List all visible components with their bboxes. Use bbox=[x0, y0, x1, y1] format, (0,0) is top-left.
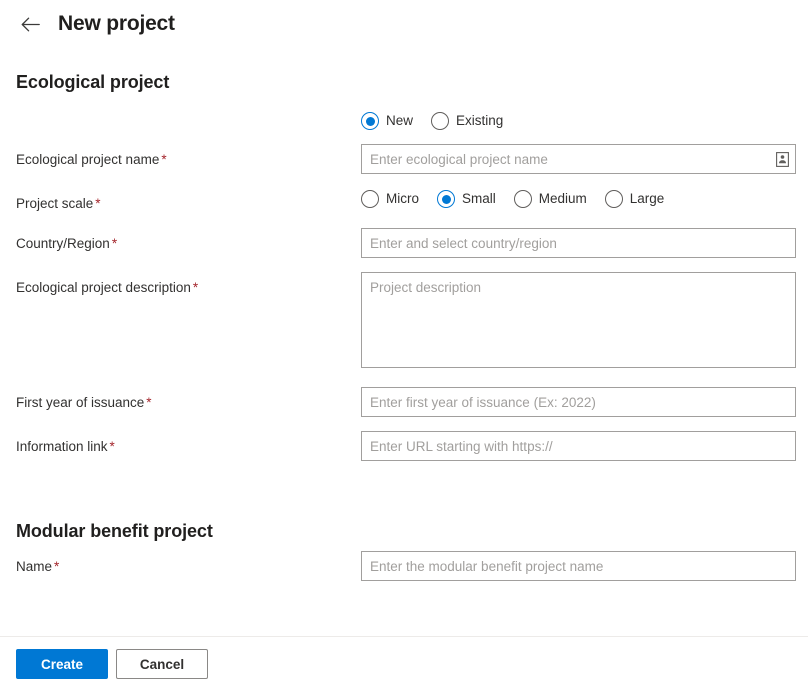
label-text: Name bbox=[16, 559, 53, 574]
modular-benefit-project-name-input[interactable] bbox=[361, 551, 796, 581]
radio-scale-micro[interactable]: Micro bbox=[361, 190, 419, 208]
page-footer: Create Cancel bbox=[0, 637, 808, 691]
radio-circle-icon bbox=[431, 112, 450, 130]
radio-circle-icon bbox=[604, 190, 623, 208]
label-text: First year of issuance bbox=[16, 395, 145, 410]
information-link-input[interactable] bbox=[361, 431, 796, 461]
radio-group-project-scale: Micro Small Medium Large bbox=[361, 188, 796, 208]
label-information-link: Information link * bbox=[16, 431, 361, 457]
radio-label-medium: Medium bbox=[538, 191, 587, 206]
label-project-scale: Project scale * bbox=[16, 188, 361, 214]
label-country-region: Country/Region * bbox=[16, 228, 361, 254]
radio-label-large: Large bbox=[629, 191, 665, 206]
row-ecological-project-name: Ecological project name * bbox=[0, 144, 808, 174]
radio-scale-medium[interactable]: Medium bbox=[513, 190, 587, 208]
radio-circle-icon bbox=[437, 190, 455, 208]
radio-circle-icon bbox=[361, 112, 379, 130]
required-marker: * bbox=[111, 236, 118, 251]
input-wrapper-ecological-project-name bbox=[361, 144, 796, 174]
control-first-year-of-issuance bbox=[361, 387, 796, 417]
section-title-ecological: Ecological project bbox=[16, 72, 170, 92]
label-text: Ecological project description bbox=[16, 280, 191, 295]
row-modular-benefit-project-name: Name * bbox=[0, 551, 808, 581]
required-marker: * bbox=[95, 196, 101, 211]
form-scroll-region[interactable]: Ecological project New Existing Ecologic… bbox=[0, 40, 808, 636]
row-information-link: Information link * bbox=[0, 431, 808, 461]
new-project-page: New project Ecological project New Exist… bbox=[0, 0, 808, 691]
control-project-scale: Micro Small Medium Large bbox=[361, 188, 796, 208]
required-marker: * bbox=[192, 280, 199, 295]
row-project-scale: Project scale * Micro Small Medium Large bbox=[0, 188, 808, 214]
radio-label-small: Small bbox=[462, 191, 496, 206]
radio-circle-icon bbox=[513, 190, 532, 208]
section-title-modular: Modular benefit project bbox=[16, 521, 213, 541]
label-text: Information link bbox=[16, 439, 108, 454]
control-country-region bbox=[361, 228, 796, 258]
country-region-input[interactable] bbox=[361, 228, 796, 258]
label-ecological-project-description: Ecological project description * bbox=[16, 272, 361, 298]
required-marker: * bbox=[54, 559, 60, 574]
radio-label-existing: Existing bbox=[456, 113, 504, 128]
required-marker: * bbox=[161, 152, 167, 167]
label-text: Project scale bbox=[16, 196, 94, 211]
required-marker: * bbox=[146, 395, 152, 410]
label-ecological-project-name: Ecological project name * bbox=[16, 144, 361, 170]
ecological-project-description-textarea[interactable] bbox=[361, 272, 796, 368]
label-text: Ecological project name bbox=[16, 152, 160, 167]
control-modular-benefit-project-name bbox=[361, 551, 796, 581]
id-card-icon[interactable] bbox=[775, 151, 789, 167]
back-arrow-icon[interactable] bbox=[16, 10, 44, 38]
row-ecological-project-description: Ecological project description * bbox=[0, 272, 808, 373]
row-country-region: Country/Region * bbox=[0, 228, 808, 258]
radio-group-project-mode: New Existing bbox=[361, 110, 796, 130]
control-information-link bbox=[361, 431, 796, 461]
control-project-mode: New Existing bbox=[361, 110, 796, 130]
page-title: New project bbox=[58, 12, 175, 35]
radio-circle-icon bbox=[361, 190, 379, 208]
ecological-project-name-input[interactable] bbox=[361, 144, 796, 174]
label-text: Country/Region bbox=[16, 236, 110, 251]
control-ecological-project-name bbox=[361, 144, 796, 174]
control-ecological-project-description bbox=[361, 272, 796, 373]
label-modular-benefit-project-name: Name * bbox=[16, 551, 361, 577]
radio-mode-existing[interactable]: Existing bbox=[431, 112, 503, 130]
radio-label-micro: Micro bbox=[386, 191, 419, 206]
radio-label-new: New bbox=[386, 113, 414, 128]
label-first-year-of-issuance: First year of issuance * bbox=[16, 387, 361, 413]
radio-scale-small[interactable]: Small bbox=[437, 190, 496, 208]
required-marker: * bbox=[109, 439, 115, 454]
radio-scale-large[interactable]: Large bbox=[604, 190, 665, 208]
first-year-of-issuance-input[interactable] bbox=[361, 387, 796, 417]
radio-mode-new[interactable]: New bbox=[361, 112, 413, 130]
page-header: New project bbox=[0, 0, 808, 40]
cancel-button[interactable]: Cancel bbox=[116, 649, 208, 679]
row-project-mode: New Existing bbox=[0, 110, 808, 130]
label-project-mode bbox=[16, 110, 361, 116]
create-button[interactable]: Create bbox=[16, 649, 108, 679]
row-first-year-of-issuance: First year of issuance * bbox=[0, 387, 808, 417]
